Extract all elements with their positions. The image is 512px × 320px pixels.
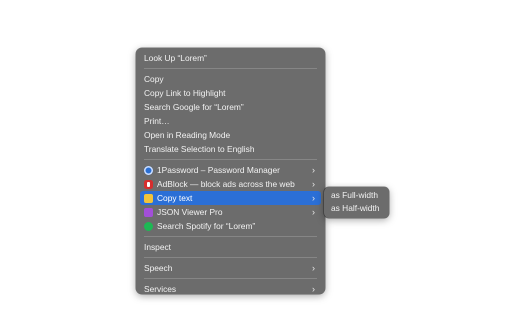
menu-item-label: JSON Viewer Pro bbox=[157, 207, 223, 217]
chevron-right-icon: › bbox=[312, 193, 315, 203]
adblock-icon bbox=[144, 179, 153, 189]
context-menu: Look Up “Lorem” Copy Copy Link to Highli… bbox=[136, 48, 325, 294]
menu-item-copy-text[interactable]: Copy text › bbox=[140, 191, 321, 205]
menu-item-label: as Full-width bbox=[331, 190, 379, 200]
menu-item-copy[interactable]: Copy bbox=[140, 72, 321, 86]
json-viewer-icon bbox=[144, 207, 153, 217]
menu-item-services[interactable]: Services › bbox=[140, 282, 321, 296]
menu-item-label: Inspect bbox=[144, 242, 172, 252]
menu-item-translate[interactable]: Translate Selection to English bbox=[140, 142, 321, 156]
menu-separator bbox=[144, 257, 317, 258]
menu-item-label: Services bbox=[144, 284, 177, 294]
chevron-right-icon: › bbox=[312, 165, 315, 175]
menu-item-label: Copy text bbox=[157, 193, 193, 203]
menu-item-spotify[interactable]: Search Spotify for “Lorem” bbox=[140, 219, 321, 233]
copy-text-submenu: as Full-width as Half-width bbox=[324, 187, 389, 218]
menu-item-1password[interactable]: 1Password – Password Manager › bbox=[140, 163, 321, 177]
menu-item-copy-link[interactable]: Copy Link to Highlight bbox=[140, 86, 321, 100]
menu-item-label: as Half-width bbox=[331, 203, 380, 213]
menu-item-inspect[interactable]: Inspect bbox=[140, 240, 321, 254]
submenu-item-full-width[interactable]: as Full-width bbox=[327, 189, 386, 202]
spotify-icon bbox=[144, 221, 153, 231]
menu-item-label: Open in Reading Mode bbox=[144, 130, 231, 140]
menu-item-label: Copy bbox=[144, 74, 164, 84]
copy-text-icon bbox=[144, 193, 153, 203]
menu-item-reading-mode[interactable]: Open in Reading Mode bbox=[140, 128, 321, 142]
menu-item-label: Translate Selection to English bbox=[144, 144, 255, 154]
menu-item-speech[interactable]: Speech › bbox=[140, 261, 321, 275]
menu-item-label: 1Password – Password Manager bbox=[157, 165, 280, 175]
menu-separator bbox=[144, 278, 317, 279]
submenu-item-half-width[interactable]: as Half-width bbox=[327, 202, 386, 215]
menu-separator bbox=[144, 68, 317, 69]
menu-item-label: Copy Link to Highlight bbox=[144, 88, 226, 98]
menu-item-label: Speech bbox=[144, 263, 173, 273]
menu-item-json-viewer[interactable]: JSON Viewer Pro › bbox=[140, 205, 321, 219]
menu-item-label: Search Google for “Lorem” bbox=[144, 102, 244, 112]
menu-separator bbox=[144, 236, 317, 237]
menu-item-label: Print… bbox=[144, 116, 170, 126]
menu-item-print[interactable]: Print… bbox=[140, 114, 321, 128]
menu-item-search-google[interactable]: Search Google for “Lorem” bbox=[140, 100, 321, 114]
menu-item-look-up[interactable]: Look Up “Lorem” bbox=[140, 51, 321, 65]
chevron-right-icon: › bbox=[312, 284, 315, 294]
menu-item-label: Search Spotify for “Lorem” bbox=[157, 221, 256, 231]
menu-item-adblock[interactable]: AdBlock — block ads across the web › bbox=[140, 177, 321, 191]
menu-item-label: Look Up “Lorem” bbox=[144, 53, 207, 63]
menu-separator bbox=[144, 159, 317, 160]
chevron-right-icon: › bbox=[312, 179, 315, 189]
menu-item-label: AdBlock — block ads across the web bbox=[157, 179, 295, 189]
1password-icon bbox=[144, 165, 153, 175]
chevron-right-icon: › bbox=[312, 207, 315, 217]
chevron-right-icon: › bbox=[312, 263, 315, 273]
